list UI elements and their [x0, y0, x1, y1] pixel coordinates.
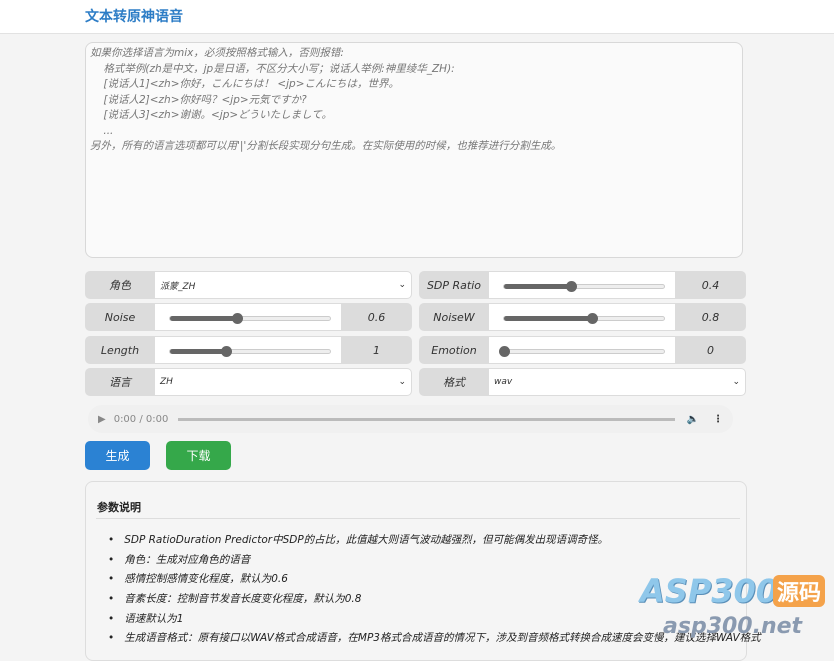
- slider-thumb[interactable]: [232, 313, 244, 324]
- noise-label: Noise: [104, 310, 136, 324]
- audio-player: ▶ 0:00 / 0:00 🔈 ⋮: [88, 405, 733, 433]
- sdp-ratio-value[interactable]: 0.4: [675, 271, 746, 299]
- noisew-row: NoiseW 0.8: [419, 303, 746, 331]
- emotion-row: Emotion 0: [419, 336, 746, 364]
- chevron-down-icon: ⌄: [732, 377, 740, 387]
- language-value: ZH: [160, 377, 173, 387]
- slider-thumb[interactable]: [566, 281, 578, 292]
- emotion-value[interactable]: 0: [675, 336, 746, 364]
- download-button[interactable]: 下载: [166, 441, 231, 470]
- length-slider[interactable]: [155, 337, 341, 363]
- format-value: wav: [494, 377, 513, 387]
- noise-value[interactable]: 0.6: [341, 303, 412, 331]
- play-icon[interactable]: ▶: [98, 414, 106, 425]
- noisew-label: NoiseW: [433, 310, 475, 324]
- placeholder-line: [说话人1]<zh>你好，こんにちは！ <jp>こんにちは，世界。: [90, 78, 400, 90]
- slider-thumb[interactable]: [587, 313, 598, 324]
- watermark-tag: 源码: [773, 575, 826, 607]
- format-label: 格式: [443, 376, 465, 389]
- placeholder-line: 如果你选择语言为mix，必须按照格式输入，否则报错:: [90, 47, 344, 59]
- emotion-slider[interactable]: [489, 337, 675, 363]
- language-select[interactable]: ZH ⌄: [155, 369, 411, 395]
- list-item: 角色：生成对应角色的语音: [108, 551, 761, 571]
- page-title: 文本转原神语音: [85, 9, 183, 25]
- length-label: Length: [100, 343, 140, 357]
- format-select[interactable]: wav ⌄: [489, 369, 745, 395]
- slider-thumb[interactable]: [221, 346, 232, 357]
- parameter-help-panel: 参数说明 SDP RatioDuration Predictor中SDP的占比，…: [85, 481, 761, 661]
- placeholder-line: 格式举例(zh是中文，jp是日语，不区分大小写；说话人举例:神里绫华_ZH):: [90, 62, 455, 75]
- emotion-label: Emotion: [431, 343, 477, 357]
- audio-progress-bar[interactable]: [178, 417, 675, 421]
- language-label: 语言: [109, 376, 131, 389]
- speaker-label: 角色: [109, 279, 131, 292]
- chevron-down-icon: ⌄: [398, 280, 406, 290]
- format-row: 格式 wav ⌄: [419, 368, 746, 396]
- speaker-select[interactable]: 派蒙_ZH ⌄: [155, 272, 411, 298]
- length-row: Length 1: [85, 336, 412, 364]
- placeholder-line: [说话人2]<zh>你好吗？<jp>元気ですか?: [90, 93, 307, 106]
- placeholder-line: ...: [90, 124, 114, 137]
- noise-row: Noise 0.6: [85, 303, 412, 331]
- chevron-down-icon: ⌄: [398, 377, 406, 387]
- slider-thumb[interactable]: [499, 346, 510, 357]
- generate-button[interactable]: 生成: [85, 441, 150, 470]
- noisew-value[interactable]: 0.8: [675, 303, 746, 331]
- text-input[interactable]: 如果你选择语言为mix，必须按照格式输入，否则报错: 格式举例(zh是中文，jp…: [85, 42, 743, 258]
- watermark-logo: ASP300: [640, 572, 779, 610]
- noisew-slider[interactable]: [489, 304, 675, 330]
- divider: [96, 518, 740, 519]
- speaker-value: 派蒙_ZH: [160, 281, 196, 292]
- placeholder-line: [说话人3]<zh>谢谢。<jp>どういたしまして。: [90, 109, 333, 121]
- watermark-url: asp300.net: [663, 614, 803, 639]
- sdp-ratio-slider[interactable]: [489, 272, 675, 298]
- header: 文本转原神语音: [0, 0, 834, 34]
- sdp-ratio-label: SDP Ratio: [426, 278, 482, 292]
- language-row: 语言 ZH ⌄: [85, 368, 412, 396]
- length-value[interactable]: 1: [341, 336, 412, 364]
- volume-icon[interactable]: 🔈: [687, 414, 699, 425]
- placeholder-line: 另外，所有的语言选项都可以用'|'分割长段实现分句生成。在实际使用的时候，也推荐…: [90, 140, 562, 152]
- list-item: SDP RatioDuration Predictor中SDP的占比，此值越大则…: [108, 531, 761, 551]
- more-options-icon[interactable]: ⋮: [713, 414, 723, 425]
- audio-time: 0:00 / 0:00: [113, 413, 169, 425]
- sdp-ratio-row: SDP Ratio 0.4: [419, 271, 746, 299]
- noise-slider[interactable]: [155, 304, 341, 330]
- panel-title: 参数说明: [97, 501, 141, 514]
- speaker-select-row: 角色 派蒙_ZH ⌄: [85, 271, 412, 299]
